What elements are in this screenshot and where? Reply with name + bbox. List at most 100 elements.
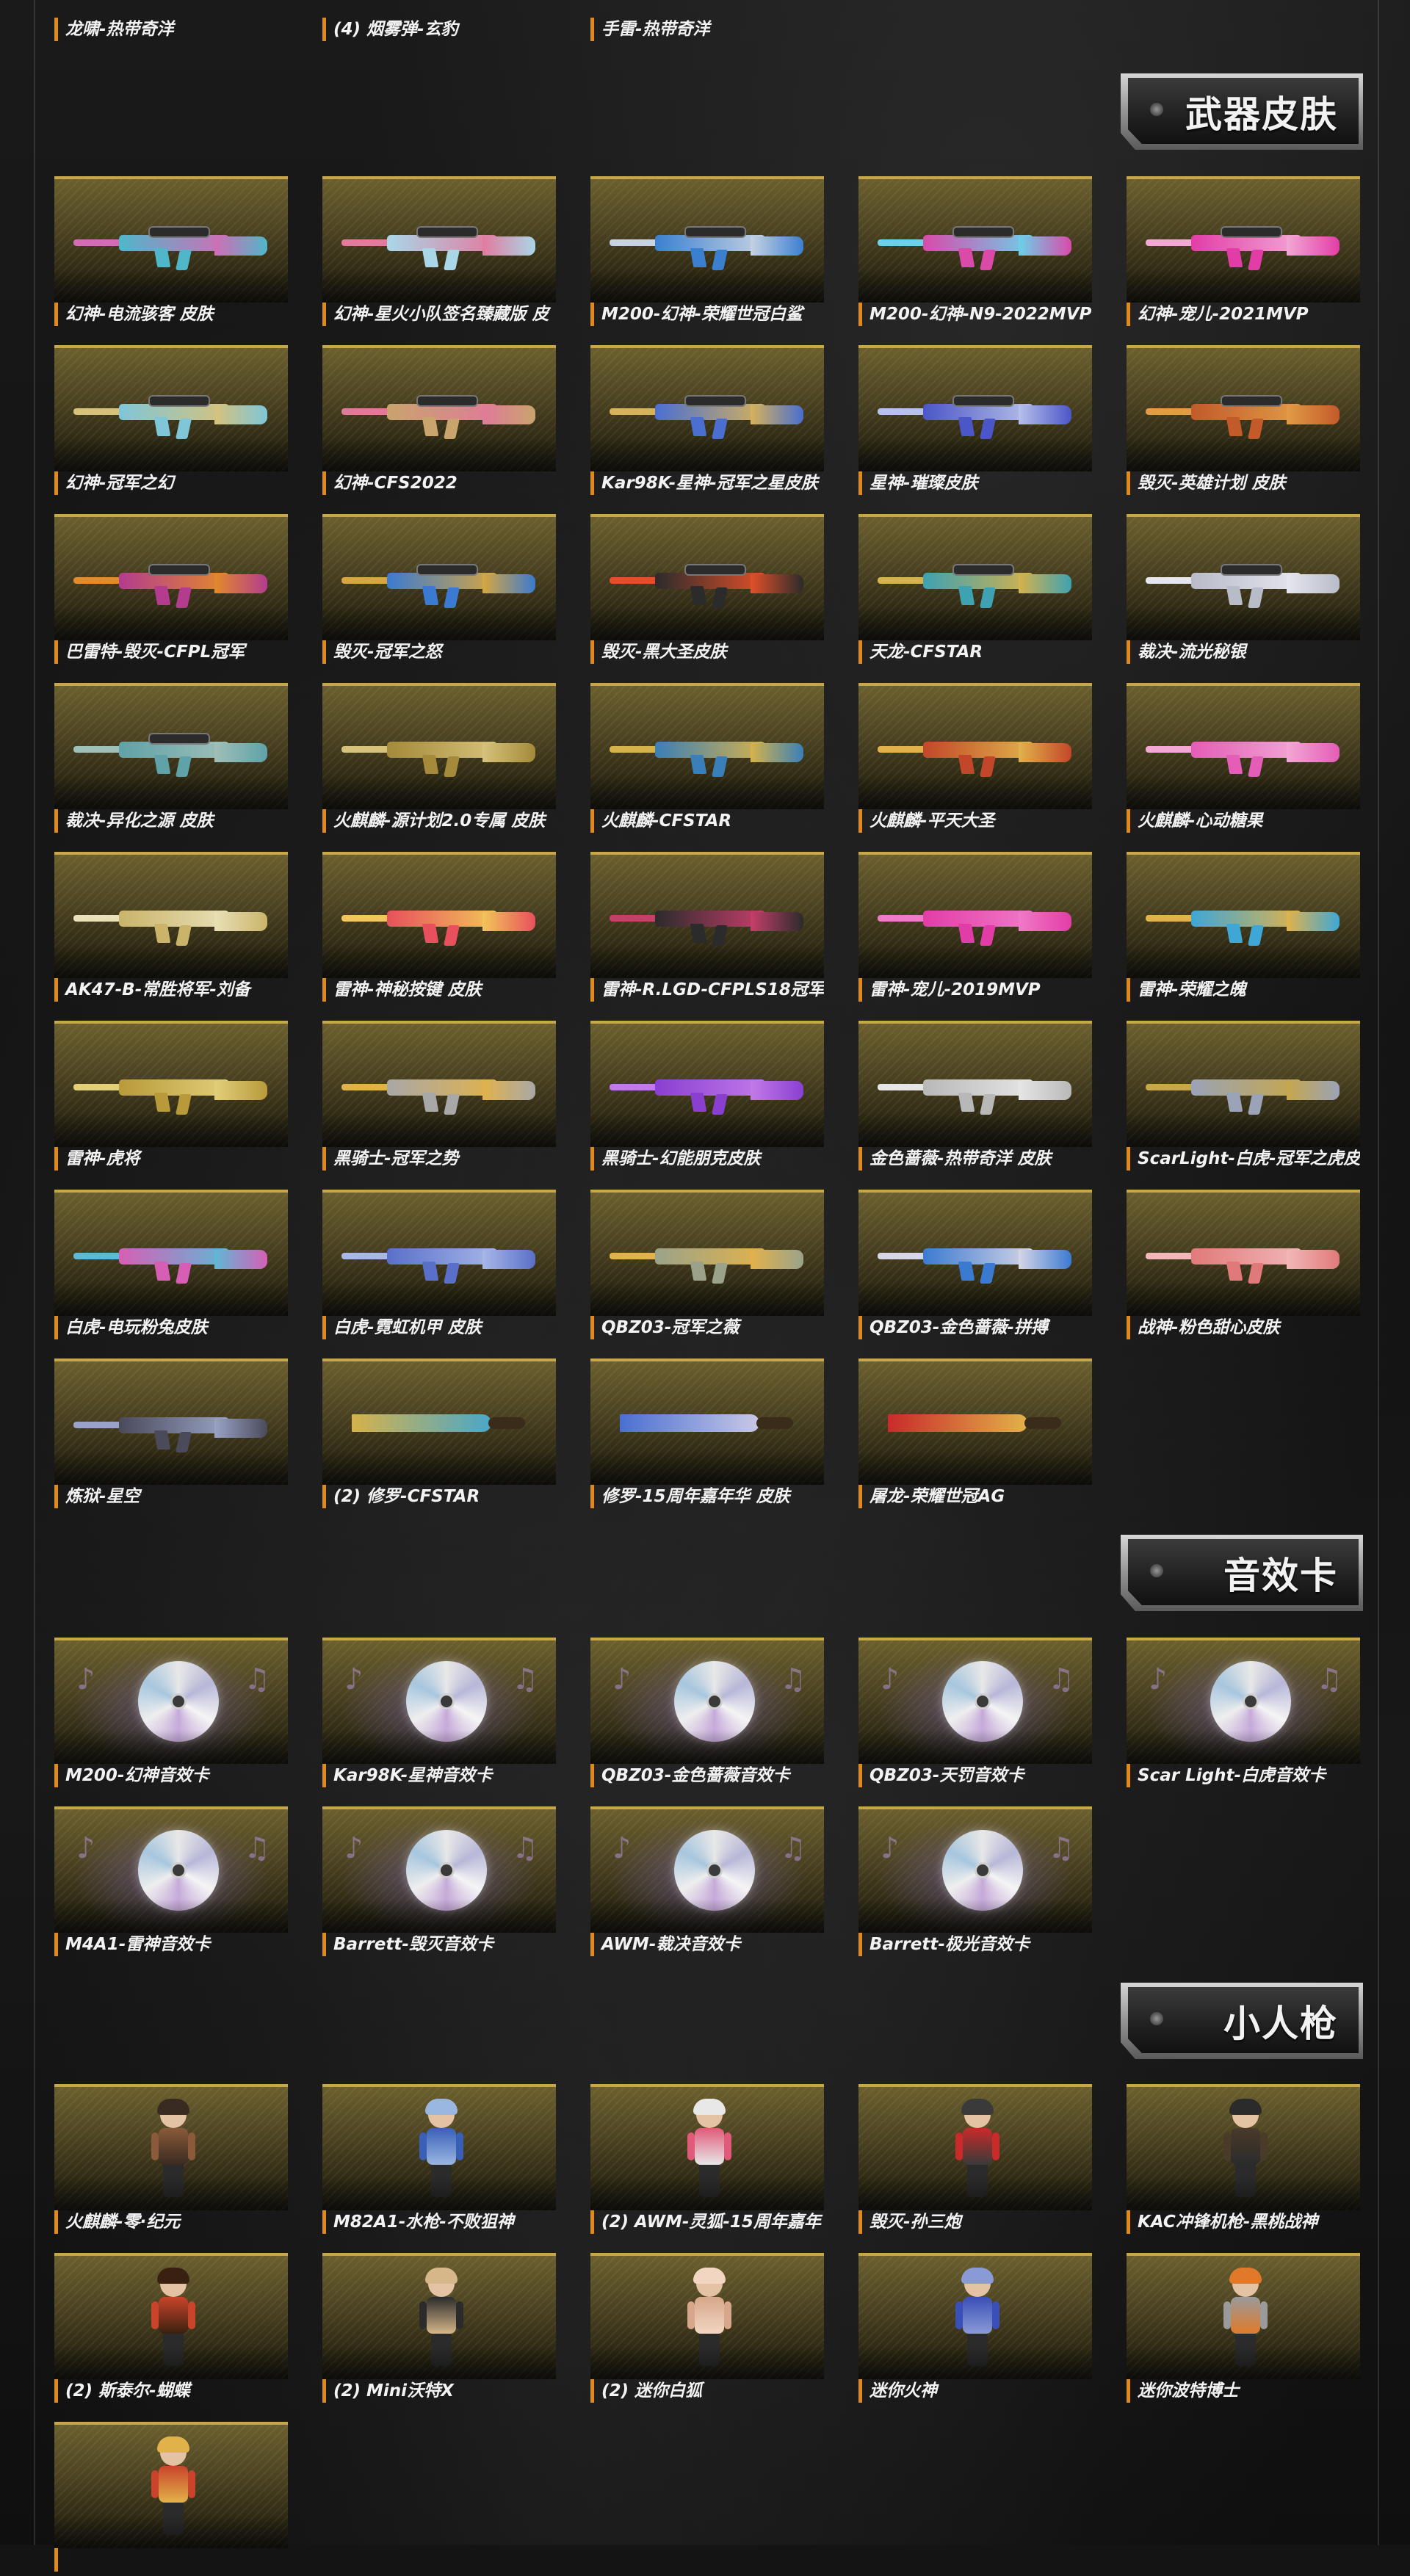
rifle-icon bbox=[872, 730, 1079, 781]
weapon-skin-card[interactable]: 屠龙-荣耀世冠AG bbox=[858, 1358, 1092, 1513]
mini-figure-card[interactable]: (2) 斯泰尔-蝴蝶 bbox=[54, 2253, 288, 2407]
character-figure-icon bbox=[419, 2268, 463, 2370]
item-label: 裁决-异化之源 皮肤 bbox=[54, 809, 288, 833]
sound-card-card[interactable]: ♪ ♫ QBZ03-金色蔷薇音效卡 bbox=[590, 1638, 824, 1792]
weapon-skin-card[interactable]: 幻神-星火小队签名臻藏版 皮 bbox=[322, 176, 556, 330]
weapon-skin-card[interactable]: 幻神-电流骇客 皮肤 bbox=[54, 176, 288, 330]
item-label: 毁灭-黑大圣皮肤 bbox=[590, 640, 824, 664]
weapon-skin-card[interactable]: 雷神-虎将 bbox=[54, 1021, 288, 1175]
weapon-skin-card[interactable]: QBZ03-冠军之薇 bbox=[590, 1190, 824, 1344]
weapon-skin-card[interactable]: 火麒麟-平天大圣 bbox=[858, 683, 1092, 837]
weapon-skin-card[interactable]: 金色蔷薇-热带奇洋 皮肤 bbox=[858, 1021, 1092, 1175]
item-thumbnail: ♪ ♫ bbox=[590, 1638, 824, 1764]
mini-figure-card[interactable] bbox=[54, 2422, 288, 2576]
weapon-skin-card[interactable]: 修罗-15周年嘉年华 皮肤 bbox=[590, 1358, 824, 1513]
weapon-skin-card[interactable]: 火麒麟-源计划2.0专属 皮肤 bbox=[322, 683, 556, 837]
sniper-rifle-icon bbox=[68, 561, 275, 612]
mini-figure-card[interactable]: (2) 迷你白狐 bbox=[590, 2253, 824, 2407]
item-label: 战神-粉色甜心皮肤 bbox=[1127, 1316, 1360, 1339]
sound-card-card[interactable]: ♪ ♫ M4A1-雷神音效卡 bbox=[54, 1806, 288, 1961]
music-note-icon: ♪ bbox=[344, 1831, 364, 1865]
weapon-skin-card[interactable]: (2) 修罗-CFSTAR bbox=[322, 1358, 556, 1513]
item-thumbnail bbox=[54, 2422, 288, 2548]
sound-card-card[interactable]: ♪ ♫ QBZ03-天罚音效卡 bbox=[858, 1638, 1092, 1792]
item-thumbnail bbox=[1127, 852, 1360, 978]
weapon-skin-card[interactable]: 炼狱-星空 bbox=[54, 1358, 288, 1513]
weapon-skin-card[interactable]: 黑骑士-幻能朋克皮肤 bbox=[590, 1021, 824, 1175]
weapon-skin-card[interactable]: 天龙-CFSTAR bbox=[858, 514, 1092, 668]
item-thumbnail bbox=[54, 2253, 288, 2379]
item-thumbnail bbox=[1127, 176, 1360, 303]
weapon-skin-card[interactable]: 巴雷特-毁灭-CFPL冠军 bbox=[54, 514, 288, 668]
item-label: 火麒麟-源计划2.0专属 皮肤 bbox=[322, 809, 556, 833]
weapon-skin-card[interactable]: AK47-B-常胜将军-刘备 bbox=[54, 852, 288, 1006]
rifle-icon bbox=[604, 730, 811, 781]
weapon-skin-card[interactable]: 幻神-CFS2022 bbox=[322, 345, 556, 499]
weapon-skin-card[interactable]: 火麒麟-心动糖果 bbox=[1127, 683, 1360, 837]
mini-figure-card[interactable]: 迷你波特博士 bbox=[1127, 2253, 1360, 2407]
item-thumbnail bbox=[322, 345, 556, 471]
item-label: 手雷-热带奇洋 bbox=[590, 18, 824, 41]
mini-figure-card[interactable]: KAC冲锋机枪-黑桃战神 bbox=[1127, 2084, 1360, 2238]
weapon-skin-card[interactable]: ScarLight-白虎-冠军之虎皮 bbox=[1127, 1021, 1360, 1175]
item-label: Scar Light-白虎音效卡 bbox=[1127, 1764, 1360, 1787]
item-thumbnail bbox=[858, 852, 1092, 978]
item-label: 黑骑士-冠军之势 bbox=[322, 1147, 556, 1171]
weapon-skin-card[interactable]: 黑骑士-冠军之势 bbox=[322, 1021, 556, 1175]
weapon-skin-card[interactable]: 火麒麟-CFSTAR bbox=[590, 683, 824, 837]
item-label bbox=[54, 2548, 288, 2572]
item-label: 迷你火神 bbox=[858, 2379, 1092, 2403]
item-label: (4) 烟雾弹-玄豹 bbox=[322, 18, 556, 41]
rifle-icon bbox=[68, 1237, 275, 1288]
weapon-skin-card[interactable]: 星神-璀璨皮肤 bbox=[858, 345, 1092, 499]
item-thumbnail bbox=[54, 176, 288, 303]
sound-card-card[interactable]: ♪ ♫ Scar Light-白虎音效卡 bbox=[1127, 1638, 1360, 1792]
weapon-skin-card[interactable]: 战神-粉色甜心皮肤 bbox=[1127, 1190, 1360, 1344]
disc-icon bbox=[138, 1830, 219, 1911]
banner-dot-icon bbox=[1150, 103, 1163, 116]
sound-card-card[interactable]: ♪ ♫ Kar98K-星神音效卡 bbox=[322, 1638, 556, 1792]
weapon-skin-card[interactable]: 毁灭-黑大圣皮肤 bbox=[590, 514, 824, 668]
sound-card-card[interactable]: ♪ ♫ Barrett-毁灭音效卡 bbox=[322, 1806, 556, 1961]
sound-card-card[interactable]: ♪ ♫ M200-幻神音效卡 bbox=[54, 1638, 288, 1792]
weapon-skin-card[interactable]: QBZ03-金色蔷薇-拼搏 bbox=[858, 1190, 1092, 1344]
weapon-skin-card[interactable]: M200-幻神-荣耀世冠白鲨 bbox=[590, 176, 824, 330]
mini-figure-card[interactable]: 火麒麟-零·纪元 bbox=[54, 2084, 288, 2238]
weapon-skin-card[interactable]: 幻神-宠儿-2021MVP bbox=[1127, 176, 1360, 330]
weapon-skin-card[interactable]: 雷神-宠儿-2019MVP bbox=[858, 852, 1092, 1006]
item-thumbnail: ♪ ♫ bbox=[322, 1806, 556, 1933]
weapon-skin-card[interactable]: 毁灭-冠军之怒 bbox=[322, 514, 556, 668]
weapon-skin-card[interactable]: 白虎-霓虹机甲 皮肤 bbox=[322, 1190, 556, 1344]
music-note-icon: ♫ bbox=[512, 1663, 538, 1696]
music-note-icon: ♪ bbox=[344, 1663, 364, 1696]
mini-figure-card[interactable]: (2) AWM-灵狐-15周年嘉年 bbox=[590, 2084, 824, 2238]
rifle-icon bbox=[68, 1068, 275, 1119]
weapon-skin-card[interactable]: 裁决-异化之源 皮肤 bbox=[54, 683, 288, 837]
weapon-skin-card[interactable]: 幻神-冠军之幻 bbox=[54, 345, 288, 499]
item-thumbnail bbox=[590, 683, 824, 809]
weapon-skin-card[interactable]: 白虎-电玩粉兔皮肤 bbox=[54, 1190, 288, 1344]
item-thumbnail: ♪ ♫ bbox=[1127, 1638, 1360, 1764]
weapon-skin-card[interactable]: 雷神-R.LGD-CFPLS18冠军 bbox=[590, 852, 824, 1006]
item-label: ScarLight-白虎-冠军之虎皮 bbox=[1127, 1147, 1360, 1171]
weapon-skin-card[interactable]: 毁灭-英雄计划 皮肤 bbox=[1127, 345, 1360, 499]
weapon-skin-card[interactable]: 雷神-荣耀之魄 bbox=[1127, 852, 1360, 1006]
character-figure-icon bbox=[687, 2268, 731, 2370]
mini-figure-card[interactable]: 毁灭-孙三炮 bbox=[858, 2084, 1092, 2238]
mini-figure-card[interactable]: 迷你火神 bbox=[858, 2253, 1092, 2407]
sound-card-card[interactable]: ♪ ♫ AWM-裁决音效卡 bbox=[590, 1806, 824, 1961]
item-label: 迷你波特博士 bbox=[1127, 2379, 1360, 2403]
weapon-skin-card[interactable]: 裁决-流光秘银 bbox=[1127, 514, 1360, 668]
sniper-rifle-icon bbox=[604, 223, 811, 275]
sound-card-card[interactable]: ♪ ♫ Barrett-极光音效卡 bbox=[858, 1806, 1092, 1961]
mini-figure-card[interactable]: M82A1-水枪-不败狙神 bbox=[322, 2084, 556, 2238]
weapon-skin-card[interactable]: 雷神-神秘按键 皮肤 bbox=[322, 852, 556, 1006]
music-note-icon: ♪ bbox=[881, 1831, 900, 1865]
rifle-icon bbox=[604, 1068, 811, 1119]
weapon-skin-card[interactable]: M200-幻神-N9-2022MVP bbox=[858, 176, 1092, 330]
character-figure-icon bbox=[151, 2268, 195, 2370]
weapon-skin-card[interactable]: Kar98K-星神-冠军之星皮肤 bbox=[590, 345, 824, 499]
left-frame-line bbox=[34, 0, 35, 2545]
item-label: M4A1-雷神音效卡 bbox=[54, 1933, 288, 1956]
mini-figure-card[interactable]: (2) Mini沃特X bbox=[322, 2253, 556, 2407]
